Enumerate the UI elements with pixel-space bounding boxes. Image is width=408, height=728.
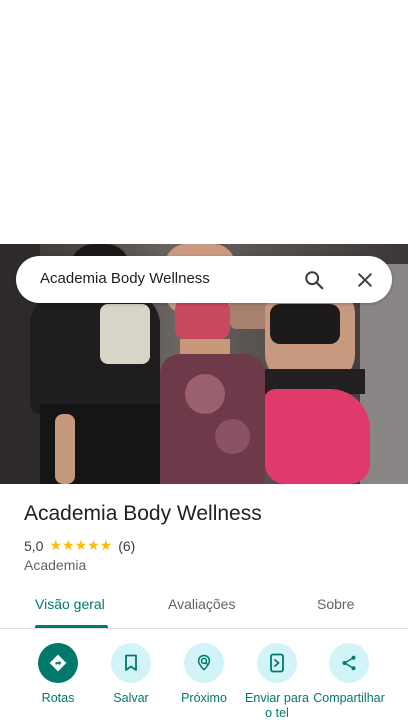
send-to-phone-button[interactable]: Enviar para o tel <box>241 643 313 721</box>
rating-value: 5,0 <box>24 537 44 554</box>
tab-bar: Visão geral Avaliações Sobre <box>0 584 408 629</box>
search-input[interactable]: Academia Body Wellness <box>40 270 210 287</box>
nearby-icon <box>184 643 224 683</box>
bookmark-icon <box>111 643 151 683</box>
star-rating-icon: ★★★★★ <box>49 537 113 553</box>
review-count: (6) <box>118 537 136 554</box>
send-to-phone-icon <box>257 643 297 683</box>
share-label: Compartilhar <box>313 691 385 705</box>
directions-button[interactable]: Rotas <box>22 643 94 706</box>
nearby-label: Próximo <box>181 691 227 705</box>
search-icon[interactable] <box>299 265 329 295</box>
tab-reviews[interactable]: Avaliações <box>168 596 235 612</box>
active-tab-indicator <box>35 625 108 628</box>
send-to-phone-label: Enviar para o tel <box>245 691 309 720</box>
directions-icon <box>38 643 78 683</box>
close-icon[interactable] <box>350 265 380 295</box>
place-category[interactable]: Academia <box>24 557 86 573</box>
place-title: Academia Body Wellness <box>24 502 262 525</box>
tab-overview[interactable]: Visão geral <box>35 596 105 612</box>
map-blank-area <box>0 0 408 244</box>
save-label: Salvar <box>113 691 149 705</box>
save-button[interactable]: Salvar <box>95 643 167 706</box>
rating-row[interactable]: 5,0 ★★★★★ (6) <box>24 537 135 554</box>
share-button[interactable]: Compartilhar <box>313 643 385 706</box>
search-bar[interactable]: Academia Body Wellness <box>16 256 392 303</box>
share-icon <box>329 643 369 683</box>
tab-about[interactable]: Sobre <box>317 596 354 612</box>
nearby-button[interactable]: Próximo <box>168 643 240 706</box>
directions-label: Rotas <box>41 691 75 705</box>
